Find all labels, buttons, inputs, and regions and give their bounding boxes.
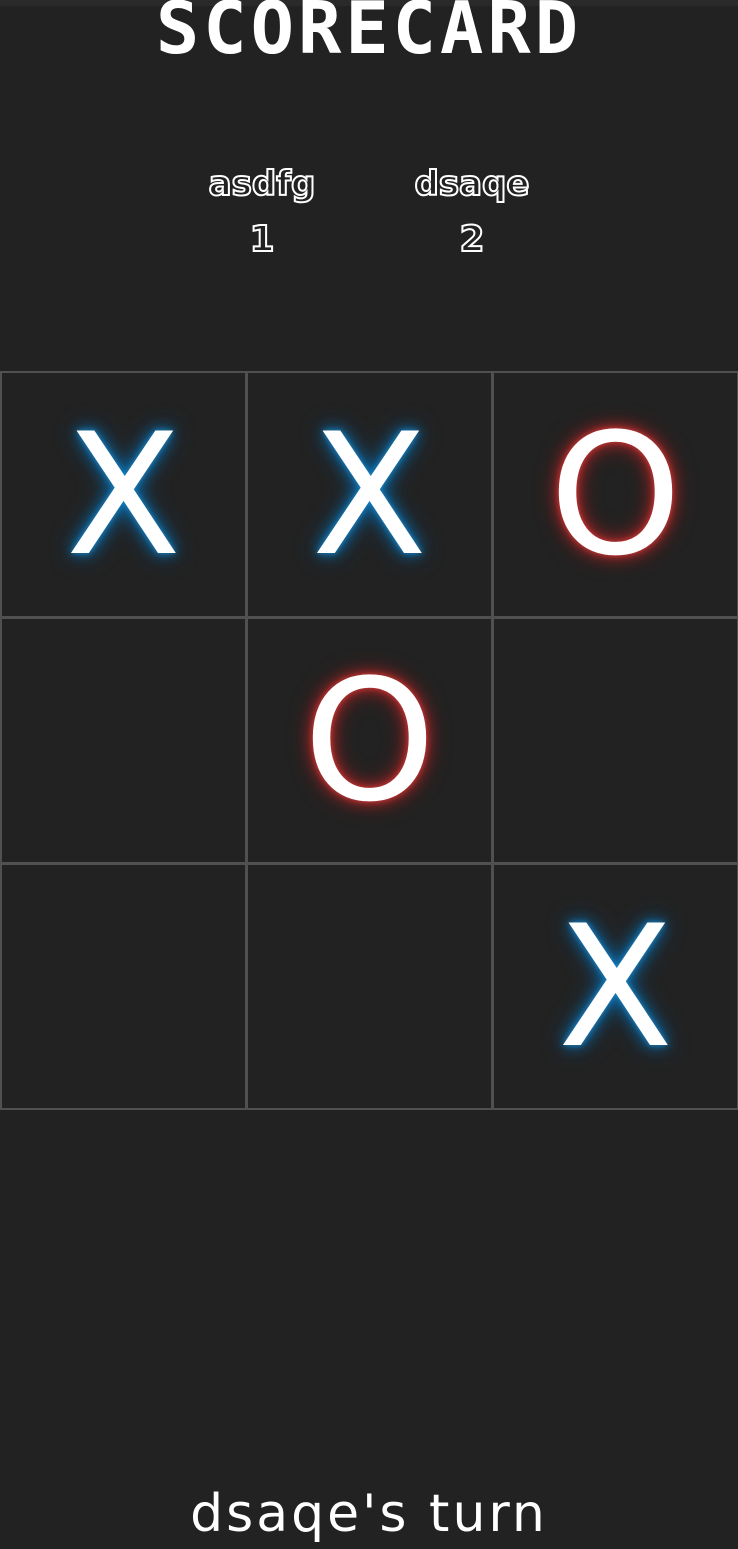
cell-mark: O bbox=[549, 396, 682, 593]
player-two-score: 2 bbox=[458, 218, 485, 261]
board-cell-8[interactable] bbox=[246, 863, 493, 1110]
board-cell-4[interactable] bbox=[0, 617, 247, 864]
board-cell-7[interactable] bbox=[0, 863, 247, 1110]
cell-mark: X bbox=[311, 396, 428, 593]
cell-mark: X bbox=[557, 888, 674, 1085]
scoreboard: asdfg 1 dsaqe 2 bbox=[0, 162, 738, 282]
player-two-name: dsaqe bbox=[414, 163, 531, 205]
player-one-name: asdfg bbox=[208, 163, 317, 205]
game-board: X X O O X bbox=[0, 371, 738, 1110]
cell-mark: O bbox=[303, 642, 436, 839]
player-one-score-panel: asdfg 1 bbox=[162, 162, 362, 262]
player-two-score-panel: dsaqe 2 bbox=[372, 162, 572, 262]
player-one-score: 1 bbox=[248, 218, 275, 261]
scorecard-title: SCORECARD bbox=[155, 0, 583, 70]
board-cell-2[interactable]: X bbox=[246, 371, 493, 618]
cell-mark: X bbox=[65, 396, 182, 593]
board-cell-6[interactable] bbox=[492, 617, 738, 864]
board-cell-5[interactable]: O bbox=[246, 617, 493, 864]
board-cell-3[interactable]: O bbox=[492, 371, 738, 618]
board-cell-1[interactable]: X bbox=[0, 371, 247, 618]
board-cell-9[interactable]: X bbox=[492, 863, 738, 1110]
turn-indicator: dsaqe's turn bbox=[190, 1484, 548, 1544]
